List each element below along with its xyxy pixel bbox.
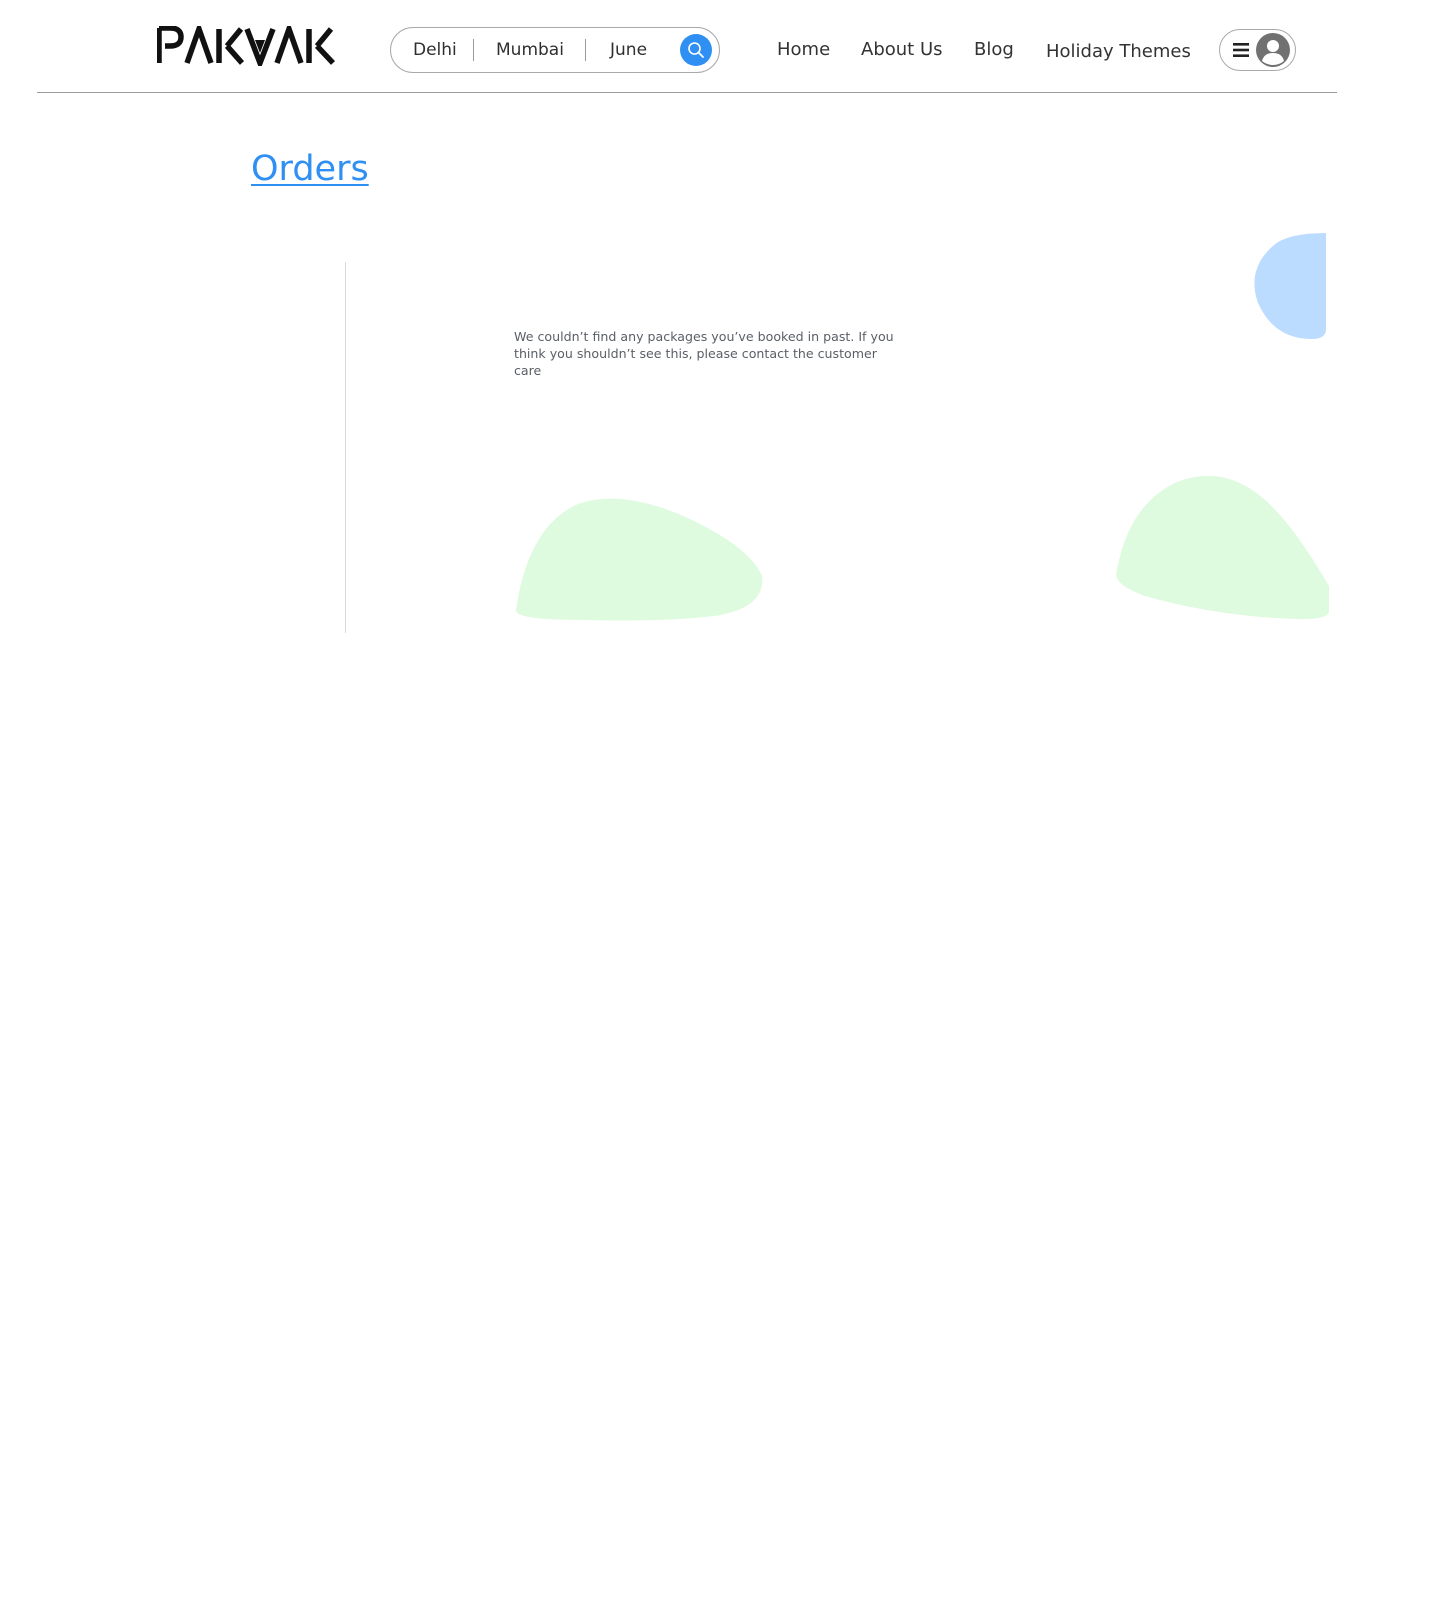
search-month[interactable]: June	[610, 40, 647, 60]
nav-holiday-themes-link[interactable]: Holiday Themes	[1046, 41, 1191, 63]
nav-blog-link[interactable]: Blog	[974, 39, 1014, 61]
brand-logo[interactable]	[157, 26, 355, 66]
decorative-blob-green-right	[1116, 475, 1329, 620]
sidebar-divider	[345, 262, 346, 633]
search-from-city[interactable]: Delhi	[413, 40, 457, 60]
search-icon	[688, 42, 704, 58]
decorative-blob-green-left	[515, 498, 763, 621]
page-title[interactable]: Orders	[251, 148, 369, 190]
trip-search-bar[interactable]: Delhi Mumbai June	[390, 27, 720, 73]
search-divider	[585, 39, 586, 61]
search-button[interactable]	[680, 34, 712, 66]
search-to-city[interactable]: Mumbai	[496, 40, 564, 60]
nav-home-link[interactable]: Home	[777, 39, 830, 61]
empty-orders-message: We couldn’t find any packages you’ve boo…	[514, 329, 894, 378]
account-menu-button[interactable]	[1219, 29, 1296, 71]
user-avatar-icon	[1256, 33, 1290, 67]
decorative-blob-blue	[1254, 233, 1326, 339]
nav-about-link[interactable]: About Us	[861, 39, 943, 61]
hamburger-menu-icon	[1233, 43, 1249, 57]
brand-logo-wordmark	[157, 26, 336, 66]
search-divider	[473, 39, 474, 61]
header-divider	[37, 92, 1337, 93]
